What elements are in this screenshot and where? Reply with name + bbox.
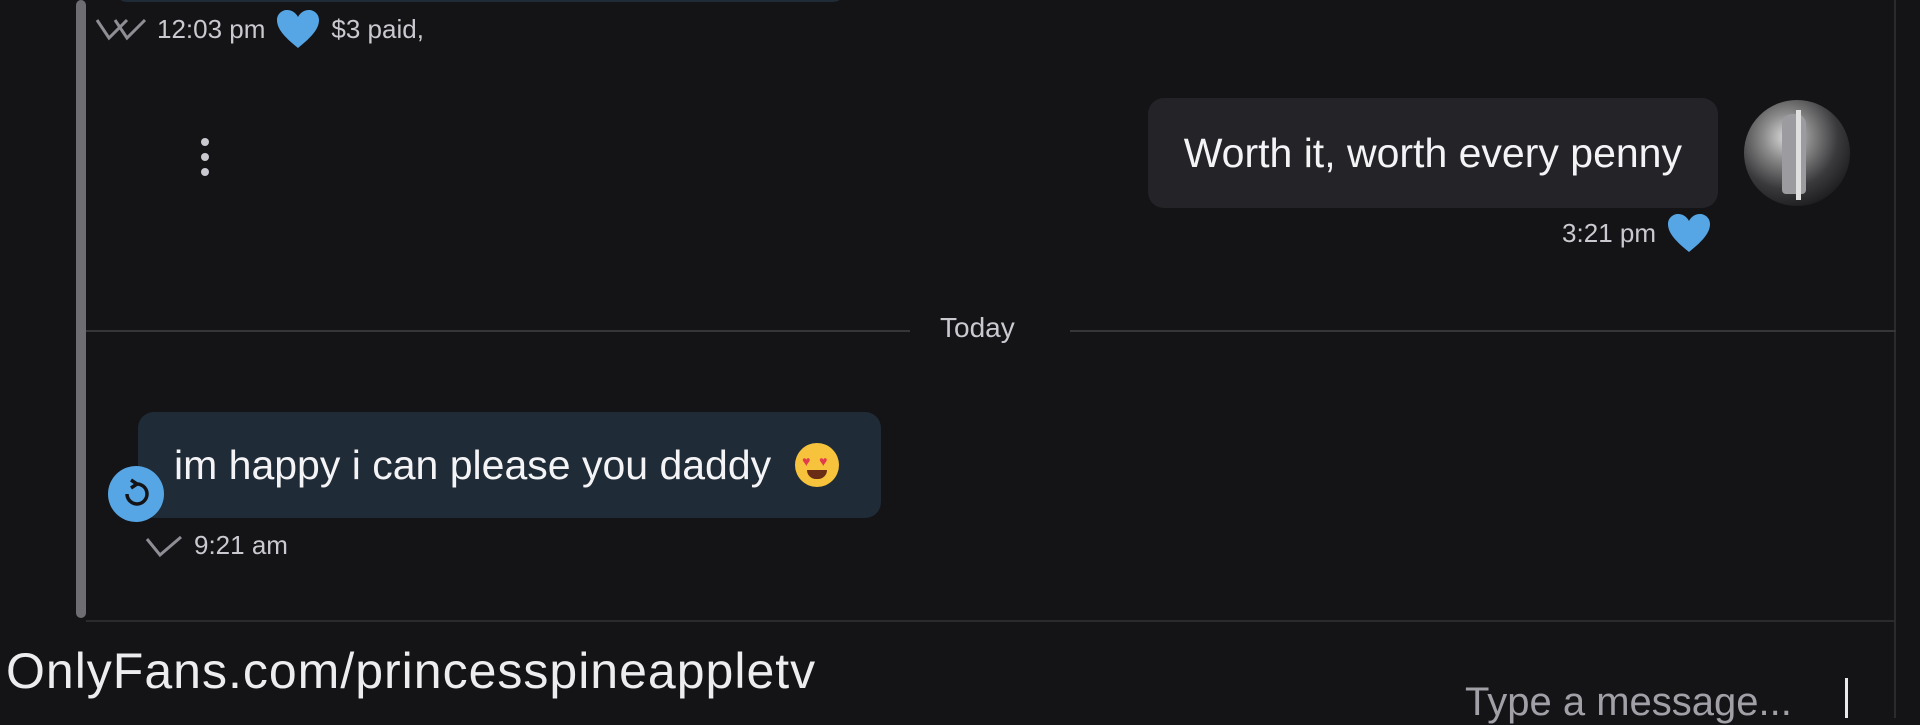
own-message-bubble[interactable]: Worth it, worth every penny <box>1147 98 1718 208</box>
date-divider-line <box>1070 330 1896 332</box>
scrollbar[interactable] <box>76 0 86 618</box>
avatar[interactable] <box>1744 100 1850 206</box>
incoming-message-bubble[interactable]: im happy i can please you daddy ♥ ♥ <box>138 412 882 518</box>
avatar-sword <box>1796 110 1801 200</box>
incoming-message-text: im happy i can please you daddy <box>174 442 772 488</box>
own-message-row: Worth it, worth every penny <box>1147 98 1850 208</box>
heart-eyes-emoji-icon: ♥ ♥ <box>795 443 840 487</box>
message-options-icon[interactable] <box>200 138 210 176</box>
double-check-icon <box>95 18 147 41</box>
message-input[interactable]: Type a message... <box>1465 680 1792 725</box>
paid-message-time: 12:03 pm <box>157 13 266 44</box>
reply-arrow-icon <box>125 478 149 506</box>
own-message-footer: 3:21 pm <box>1562 212 1712 254</box>
own-message-text: Worth it, worth every penny <box>1183 130 1682 176</box>
incoming-message-footer: 9:21 am <box>144 530 288 561</box>
chat-panel: 12:03 pm $3 paid, Worth it, worth every … <box>0 0 1920 724</box>
paid-message-footer: 12:03 pm $3 paid, <box>95 8 424 50</box>
check-icon <box>145 535 182 557</box>
date-divider-label: Today <box>940 312 1015 343</box>
heart-icon[interactable] <box>1666 212 1712 254</box>
panel-border <box>1894 0 1896 718</box>
composer-border <box>86 620 1896 622</box>
own-message-time: 3:21 pm <box>1562 217 1656 248</box>
paid-amount-label: $3 paid, <box>331 13 424 44</box>
watermark: OnlyFans.com/princesspineappletv <box>6 643 817 699</box>
previous-message-bubble[interactable] <box>115 0 845 2</box>
avatar-figure <box>1782 114 1806 194</box>
text-cursor <box>1845 678 1848 718</box>
reply-icon[interactable] <box>108 466 164 522</box>
date-divider-line <box>86 330 910 332</box>
incoming-message-time: 9:21 am <box>194 530 288 560</box>
heart-icon[interactable] <box>275 8 321 50</box>
